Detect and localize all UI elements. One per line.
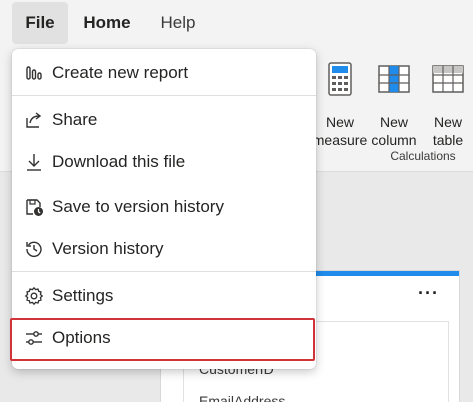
- field-emailaddress[interactable]: EmailAddress: [199, 393, 285, 402]
- new-table-button[interactable]: New table: [420, 58, 473, 158]
- new-table-icon: [432, 65, 464, 93]
- new-table-label: New table: [432, 114, 464, 148]
- save-history-icon: [26, 199, 43, 216]
- menu-item-label: Share: [52, 110, 98, 129]
- menu-item-label: Settings: [52, 286, 114, 305]
- menu-item-version-history[interactable]: Version history: [12, 229, 316, 269]
- share-icon: [26, 112, 42, 128]
- options-highlight-box: [10, 318, 315, 361]
- download-icon: [27, 154, 41, 171]
- menu-item-label: Download this file: [52, 152, 186, 171]
- tab-help[interactable]: Help: [152, 2, 204, 44]
- tab-file[interactable]: File: [12, 2, 68, 44]
- new-column-icon: [378, 65, 410, 93]
- menu-item-download[interactable]: Download this file: [12, 142, 316, 182]
- calculator-icon: [328, 62, 352, 96]
- gear-icon: [24, 286, 44, 306]
- menu-item-save-to-version-history[interactable]: Save to version history: [12, 187, 316, 227]
- tab-home[interactable]: Home: [76, 2, 138, 44]
- menu-divider: [12, 271, 316, 272]
- more-options-icon[interactable]: ···: [418, 283, 439, 304]
- menu-bar: File Home Help: [0, 0, 473, 46]
- menu-item-label: Save to version history: [52, 197, 224, 216]
- history-icon: [26, 241, 42, 258]
- calculations-group-label: Calculations: [390, 149, 456, 163]
- menu-divider: [12, 95, 316, 96]
- menu-item-label: Version history: [52, 239, 164, 258]
- bar-chart-icon: [26, 66, 42, 80]
- menu-item-share[interactable]: Share: [12, 100, 316, 140]
- menu-item-create-new-report[interactable]: Create new report: [12, 53, 316, 93]
- menu-item-label: Create new report: [52, 63, 189, 82]
- menu-item-settings[interactable]: Settings: [12, 276, 316, 316]
